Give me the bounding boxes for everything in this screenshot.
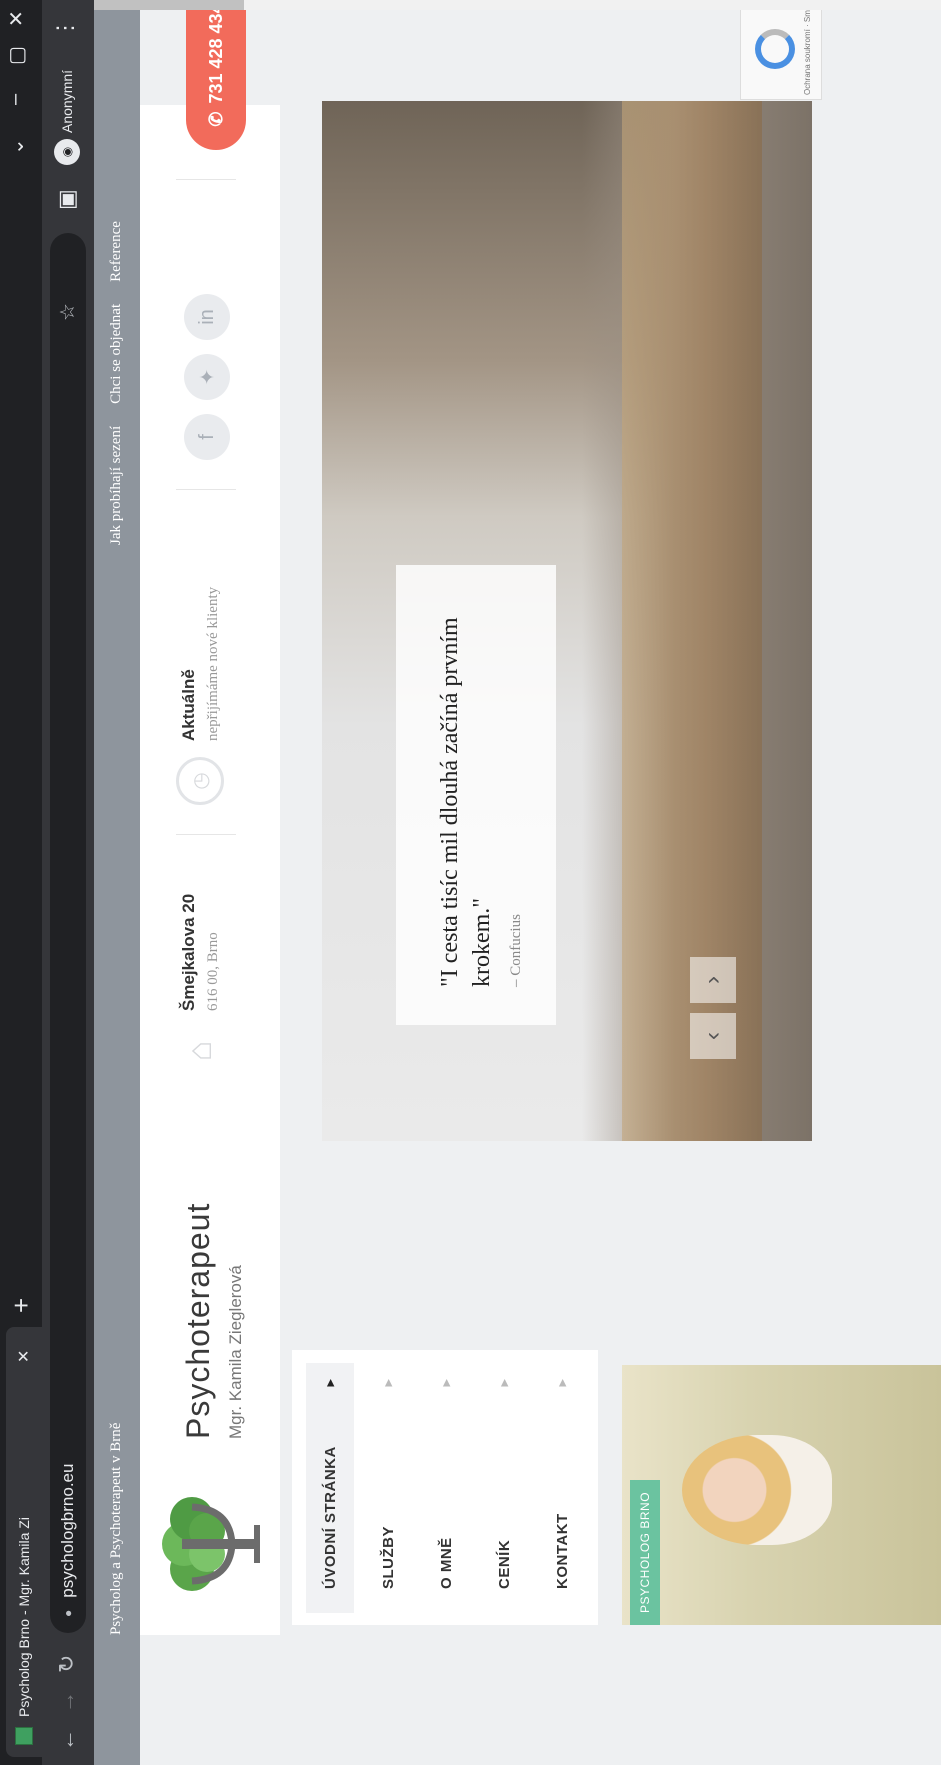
browser-toolbar: ← → ↻ ● psychologbrno.eu ☆ ▣ ◉ Anonymní … — [42, 0, 94, 1765]
link-references[interactable]: Reference — [108, 221, 125, 282]
close-window-icon[interactable]: ✕ — [4, 10, 29, 27]
back-arrow-icon[interactable]: ← — [54, 1729, 80, 1751]
browser-tab[interactable]: Psycholog Brno - Mgr. Kamila Zi ✕ — [6, 1327, 42, 1757]
website: Psycholog a Psychoterapeut v Brně Jak pr… — [94, 0, 941, 1765]
divider — [176, 834, 236, 835]
brand-subtitle: Mgr. Kamila Zieglerová — [226, 1265, 245, 1439]
status-block: ◷ Aktuálně nepřijímáme nové klienty — [176, 587, 224, 805]
link-order[interactable]: Chci se objednat — [108, 304, 125, 404]
therapist-photo: PSYCHOLOG BRNO — [622, 1365, 941, 1625]
top-info-bar: Psycholog a Psychoterapeut v Brně Jak pr… — [94, 0, 140, 1765]
recaptcha-badge[interactable]: Ochrana soukromí · Smluvní podmínky — [740, 0, 822, 100]
triangle-right-icon: ▶ — [440, 1379, 451, 1387]
nav-label: ÚVODNÍ STRÁNKA — [321, 1446, 339, 1589]
browser-menu-icon[interactable]: ⋮ — [52, 17, 78, 39]
browser-tab-bar: Psycholog Brno - Mgr. Kamila Zi ✕ + ⌄ – … — [0, 0, 42, 1765]
psi-tree-logo-icon[interactable] — [162, 1489, 262, 1599]
incognito-indicator[interactable]: ◉ Anonymní — [54, 70, 80, 165]
divider — [176, 489, 236, 490]
divider — [176, 179, 236, 180]
tab-title: Psycholog Brno - Mgr. Kamila Zi — [16, 1517, 32, 1717]
nav-label: KONTAKT — [553, 1513, 571, 1589]
phone-button[interactable]: ✆ 731 428 434 — [186, 0, 246, 150]
minimize-icon[interactable]: – — [4, 94, 27, 105]
nav-item-services[interactable]: SLUŽBY ▶ — [364, 1363, 412, 1613]
phone-number: 731 428 434 — [205, 3, 226, 104]
chevron-left-icon: ‹ — [699, 1032, 726, 1040]
address-bar[interactable]: ● psychologbrno.eu ☆ — [50, 233, 86, 1633]
lock-icon: ● — [61, 1609, 75, 1617]
chevron-right-icon: › — [699, 976, 726, 984]
facebook-icon[interactable]: f — [184, 414, 230, 460]
photo-badge: PSYCHOLOG BRNO — [630, 1479, 660, 1625]
incognito-label: Anonymní — [59, 69, 75, 133]
nav-label: CENÍK — [495, 1539, 513, 1589]
phone-icon: ✆ — [205, 111, 226, 127]
side-navigation: ÚVODNÍ STRÁNKA ▶ SLUŽBY ▶ O MNĚ ▶ CENÍK … — [292, 1350, 598, 1625]
status-title: Aktuálně — [178, 669, 198, 741]
site-header: Psychoterapeut Mgr. Kamila Zieglerová ⌂ … — [140, 0, 280, 1635]
new-tab-button[interactable]: + — [6, 1298, 36, 1313]
clock-icon: ◷ — [176, 757, 224, 805]
tab-layout-icon[interactable]: ▣ — [54, 189, 80, 210]
slider-next-button[interactable]: › — [690, 957, 736, 1003]
therapist-portrait — [682, 1435, 832, 1545]
rotated-screen: Psycholog Brno - Mgr. Kamila Zi ✕ + ⌄ – … — [0, 0, 941, 1765]
site-favicon-icon — [15, 1727, 33, 1745]
status-sub: nepřijímáme nové klienty — [204, 586, 221, 741]
quote-author: – Confucius — [508, 914, 524, 987]
link-sessions[interactable]: Jak probíhají sezení — [108, 426, 125, 545]
url-text: psychologbrno.eu — [58, 1463, 77, 1598]
triangle-right-icon: ▶ — [556, 1379, 567, 1387]
bookmark-star-icon[interactable]: ☆ — [55, 303, 80, 321]
recaptcha-text: Ochrana soukromí · Smluvní podmínky — [803, 0, 812, 95]
top-links: Jak probíhají sezení Chci se objednat Re… — [108, 221, 125, 545]
nav-label: SLUŽBY — [379, 1526, 397, 1589]
recaptcha-icon — [755, 29, 795, 69]
tagline: Psycholog a Psychoterapeut v Brně — [108, 1422, 124, 1635]
address-block: ⌂ Šmejkalova 20 616 00, Brno — [176, 894, 224, 1075]
close-tab-icon[interactable]: ✕ — [14, 1350, 34, 1363]
triangle-right-icon: ▶ — [498, 1379, 509, 1387]
slider-prev-button[interactable]: ‹ — [690, 1013, 736, 1059]
address-sub: 616 00, Brno — [204, 932, 221, 1011]
quote-text: "I cesta tisíc mil dlouhá začíná prvním … — [437, 617, 495, 987]
triangle-right-icon: ▶ — [382, 1379, 393, 1387]
nav-label: O MNĚ — [437, 1537, 455, 1589]
nav-item-contact[interactable]: KONTAKT ▶ — [538, 1363, 586, 1613]
reload-icon[interactable]: ↻ — [54, 1655, 80, 1673]
hero-slider: "I cesta tisíc mil dlouhá začíná prvním … — [322, 101, 812, 1141]
brand-title: Psychoterapeut — [180, 1202, 216, 1439]
tab-search-icon[interactable]: ⌄ — [4, 138, 29, 155]
address-title: Šmejkalova 20 — [178, 893, 198, 1011]
forward-arrow-icon[interactable]: → — [54, 1691, 80, 1713]
linkedin-icon[interactable]: in — [184, 294, 230, 340]
twitter-icon[interactable]: ✦ — [184, 354, 230, 400]
restore-icon[interactable]: ▢ — [4, 46, 29, 65]
home-icon: ⌂ — [180, 1040, 219, 1062]
incognito-icon: ◉ — [54, 139, 80, 165]
triangle-right-icon: ▶ — [324, 1379, 335, 1387]
nav-item-about[interactable]: O MNĚ ▶ — [422, 1363, 470, 1613]
quote-box: "I cesta tisíc mil dlouhá začíná prvním … — [396, 565, 556, 1025]
scrollbar-thumb[interactable] — [94, 0, 244, 10]
nav-item-pricing[interactable]: CENÍK ▶ — [480, 1363, 528, 1613]
nav-item-home[interactable]: ÚVODNÍ STRÁNKA ▶ — [306, 1363, 354, 1613]
